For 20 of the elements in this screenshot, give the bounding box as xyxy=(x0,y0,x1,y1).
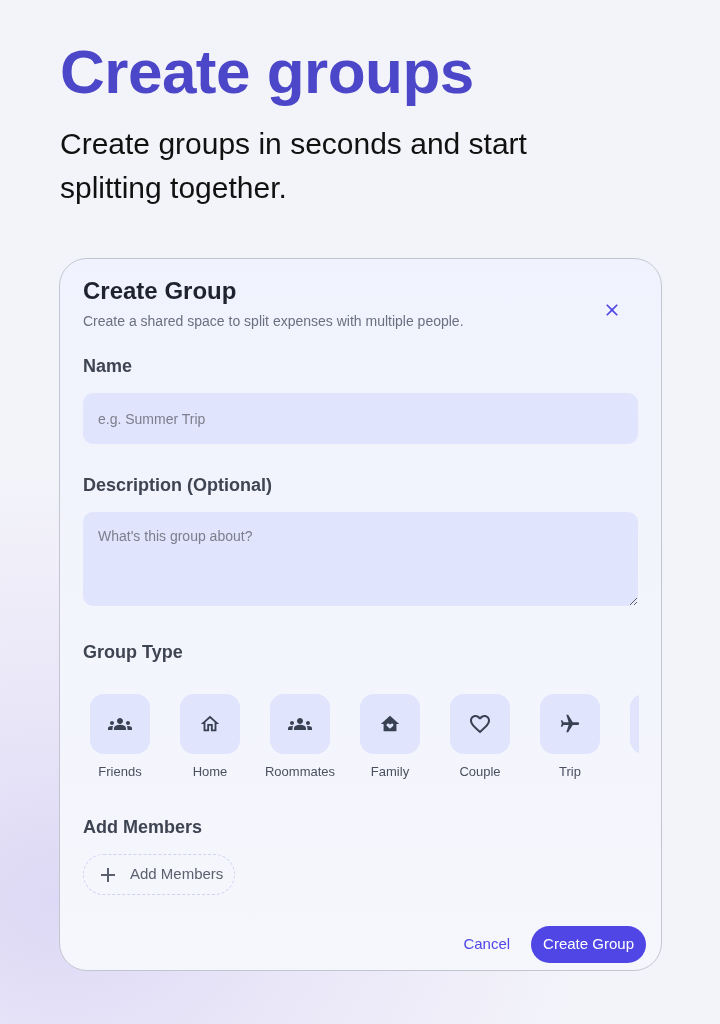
heart-icon xyxy=(468,712,492,736)
field-label: Description (Optional) xyxy=(83,474,273,497)
name-input-field[interactable]: e.g. Summer Trip xyxy=(83,393,638,444)
dialog-description: Create a shared space to split expenses with multiple people. xyxy=(83,312,464,330)
section-label: Group Type xyxy=(83,641,184,664)
dialog-title: Create Group xyxy=(83,276,238,306)
hero-subtitle: Create groups in seconds and start splitting together. xyxy=(60,126,528,206)
group-type-option[interactable]: Friends xyxy=(83,694,157,780)
group-type-option[interactable]: Couple xyxy=(443,694,517,780)
group-type-option[interactable]: Family xyxy=(353,694,427,780)
group-type-option[interactable]: Roommates xyxy=(263,694,337,780)
airplane-icon xyxy=(559,713,581,735)
hero-title: Create groups xyxy=(60,36,475,108)
section-label: Add Members xyxy=(83,816,204,839)
description-text-area[interactable]: What's this group about? xyxy=(83,512,638,606)
create-group-button[interactable]: Create Group xyxy=(531,926,646,963)
group-type-option[interactable]: Home xyxy=(173,694,247,780)
cancel-button[interactable]: Cancel xyxy=(463,933,511,956)
group-type-option[interactable]: Trip xyxy=(533,694,607,780)
field-label: Name xyxy=(83,355,134,378)
